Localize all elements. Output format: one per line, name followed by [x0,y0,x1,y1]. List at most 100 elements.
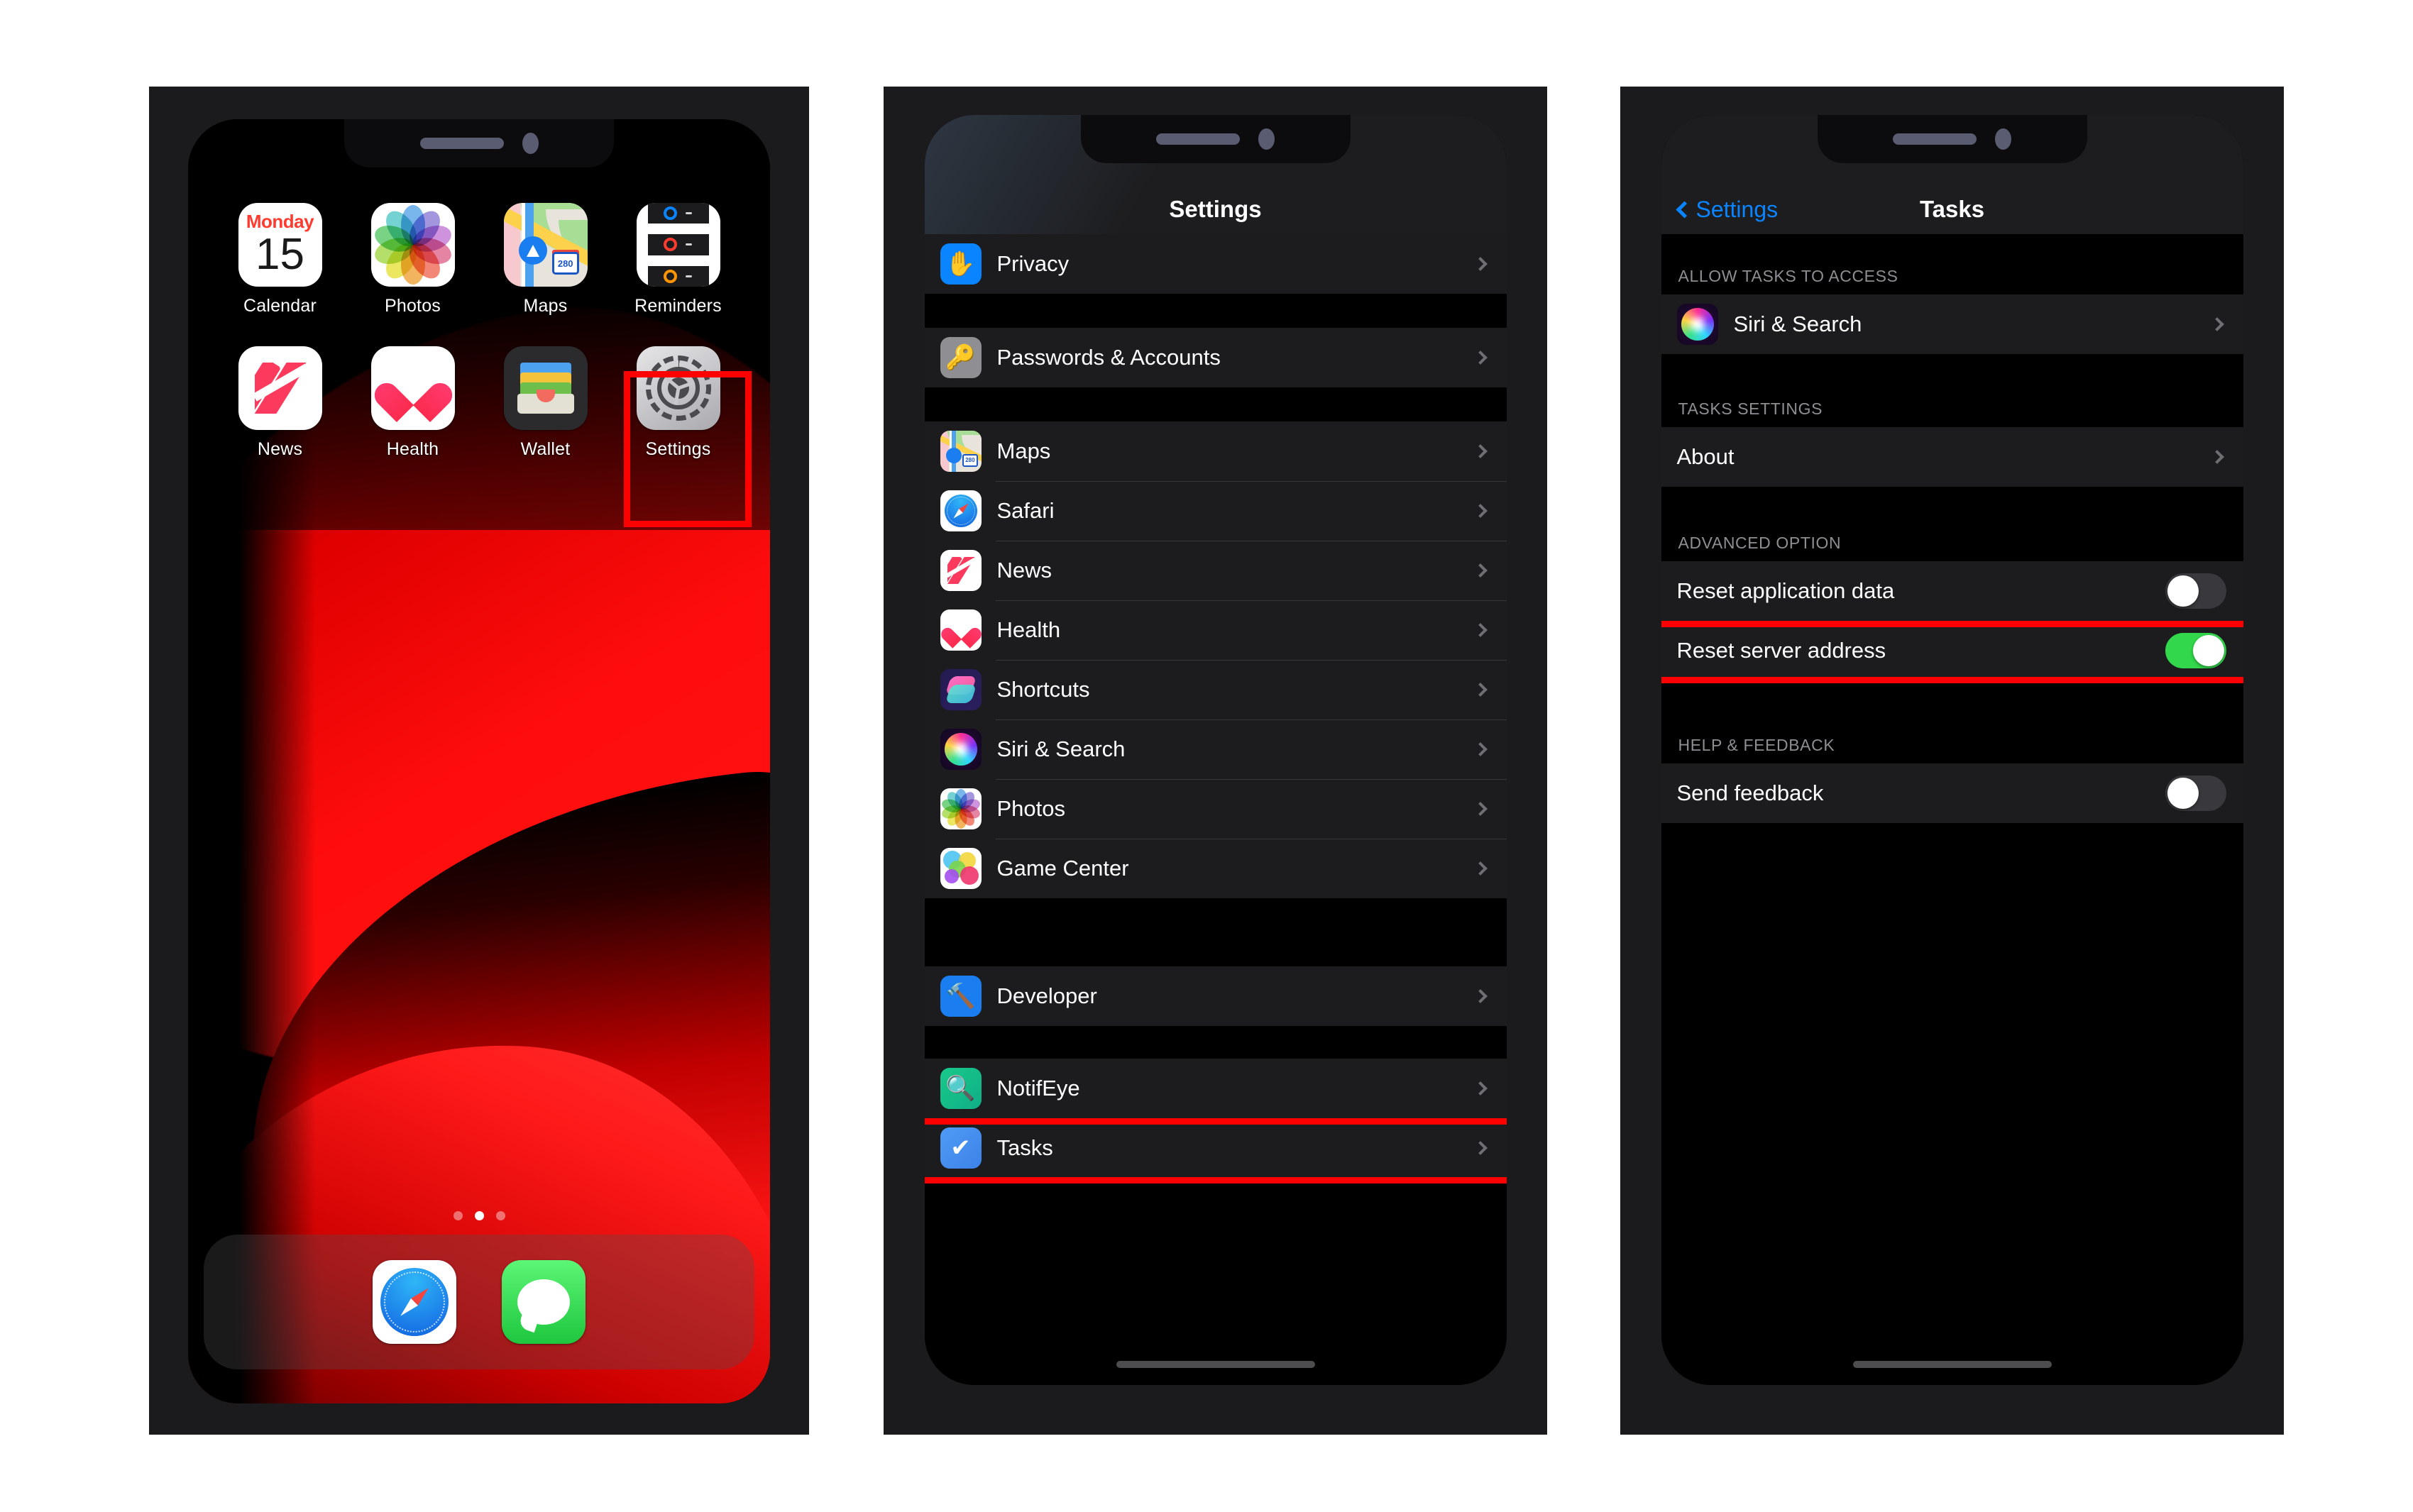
page-title: Tasks [1919,196,1985,222]
settings-row-photos[interactable]: Photos [924,779,1507,839]
chevron-right-icon [1473,1081,1488,1096]
device-notch [1080,115,1351,163]
device-notch [344,119,614,167]
earpiece-speaker-icon [1893,133,1977,145]
chevron-right-icon [1473,742,1488,756]
section-header: HELP & FEEDBACK [1661,680,2243,763]
page-indicator-dots [188,1211,770,1220]
settings-list[interactable]: ✋ Privacy 🔑 Passwords & Accounts 280 Map… [924,234,1507,1385]
settings-row-shortcuts[interactable]: Shortcuts [924,660,1507,719]
messages-icon [502,1260,586,1344]
settings-group: 🔑 Passwords & Accounts [924,328,1507,387]
notifeye-icon: 🔍 [940,1068,982,1109]
row-label: Reset server address [1676,638,1886,663]
chevron-right-icon [1473,351,1488,365]
settings-row-safari[interactable]: Safari [924,481,1507,541]
chevron-right-icon [1473,683,1488,697]
chevron-right-icon [1473,623,1488,637]
row-label: Safari [996,498,1055,523]
row-label: Tasks [996,1135,1053,1160]
section-header: ADVANCED OPTION [1661,487,2243,561]
settings-row-reset-server-address[interactable]: Reset server address [1661,621,2243,680]
settings-row-news[interactable]: News [924,541,1507,600]
app-calendar[interactable]: Monday 15 Calendar [214,203,346,316]
settings-group: Reset application data Reset server addr… [1661,561,2243,683]
app-messages[interactable] [502,1260,586,1344]
reset-server-address-toggle[interactable] [2165,633,2226,668]
group-spacer [924,294,1507,328]
page-title: Settings [1169,196,1262,222]
settings-row-privacy[interactable]: ✋ Privacy [924,234,1507,294]
photos-icon [370,203,455,287]
settings-row-game-center[interactable]: Game Center [924,839,1507,898]
maps-icon: 280 [503,203,588,287]
group-spacer [924,898,1507,966]
home-indicator[interactable] [1116,1361,1315,1368]
row-label: Send feedback [1676,780,1824,805]
row-label: NotifEye [996,1076,1080,1100]
news-icon [940,550,982,591]
app-health[interactable]: Health [346,346,479,460]
chevron-right-icon [2209,317,2224,331]
settings-row-siri-search[interactable]: Siri & Search [1661,294,2243,354]
calendar-icon: Monday 15 [238,203,322,287]
section-header: ALLOW TASKS TO ACCESS [1661,234,2243,294]
app-news[interactable]: News [214,346,346,460]
settings-row-about[interactable]: About [1661,427,2243,487]
chevron-right-icon [1473,257,1488,271]
app-safari[interactable] [373,1260,456,1344]
phone-mockup-settings: Settings ✋ Privacy 🔑 Passwords & Account… [884,87,1547,1435]
row-label: Health [996,617,1061,642]
siri-icon [940,729,982,770]
row-label: News [996,558,1052,583]
settings-group: ✋ Privacy [924,234,1507,294]
app-reminders[interactable]: Reminders [612,203,744,316]
earpiece-speaker-icon [419,138,504,149]
tasks-settings-list[interactable]: ALLOW TASKS TO ACCESS Siri & Search TASK… [1661,234,2243,1385]
dock [204,1235,754,1369]
wallet-icon [503,346,588,430]
safari-icon [373,1260,456,1344]
group-spacer [924,387,1507,421]
chevron-right-icon [2209,450,2224,464]
row-label: Passwords & Accounts [996,345,1221,370]
settings-row-developer[interactable]: 🔨 Developer [924,966,1507,1026]
settings-row-tasks[interactable]: ✔ Tasks [924,1118,1507,1178]
reminders-icon [636,203,720,287]
app-photos[interactable]: Photos [346,203,479,316]
app-label: Wallet [520,439,571,459]
app-label: News [257,439,303,459]
reset-application-data-toggle[interactable] [2165,573,2226,609]
game-center-icon [940,848,982,889]
settings-row-maps[interactable]: 280 Maps [924,421,1507,481]
key-icon: 🔑 [940,337,982,378]
home-indicator[interactable] [1852,1361,2052,1368]
settings-row-passwords-accounts[interactable]: 🔑 Passwords & Accounts [924,328,1507,387]
row-label: Privacy [996,251,1070,276]
front-camera-icon [1258,128,1275,150]
app-grid: Monday 15 Calendar Photos 280 Maps Remin… [188,203,770,460]
chevron-left-icon [1675,201,1693,219]
settings-row-health[interactable]: Health [924,600,1507,660]
app-settings[interactable]: Settings [612,346,744,460]
settings-row-reset-application-data[interactable]: Reset application data [1661,561,2243,621]
app-maps[interactable]: 280 Maps [479,203,612,316]
settings-row-siri-search[interactable]: Siri & Search [924,719,1507,779]
chevron-right-icon [1473,802,1488,816]
highway-shield-number: 280 [557,258,573,269]
shortcuts-icon [940,669,982,710]
settings-row-notifeye[interactable]: 🔍 NotifEye [924,1059,1507,1118]
row-label: Photos [996,796,1066,821]
app-label: Settings [645,439,711,459]
app-wallet[interactable]: Wallet [479,346,612,460]
back-button[interactable]: Settings [1675,197,1778,223]
settings-group: Send feedback [1661,763,2243,823]
health-icon [370,346,455,430]
settings-row-send-feedback[interactable]: Send feedback [1661,763,2243,823]
photos-icon [940,788,982,829]
privacy-hand-icon: ✋ [940,243,982,285]
row-label: Game Center [996,856,1129,881]
chevron-right-icon [1473,1141,1488,1155]
settings-group: 🔍 NotifEye ✔ Tasks [924,1059,1507,1183]
send-feedback-toggle[interactable] [2165,776,2226,811]
